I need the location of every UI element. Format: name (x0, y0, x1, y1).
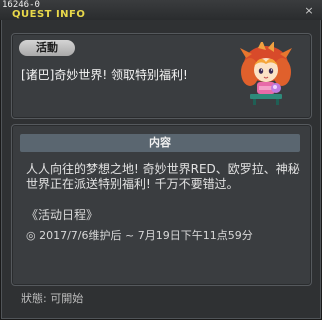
schedule-time: ◎ 2017/7/6维护后 ~ 7月19日下午11点59分 (26, 229, 253, 242)
close-icon[interactable]: × (304, 5, 314, 16)
npc-avatar (236, 40, 296, 106)
event-title: [诸巴]奇妙世界! 领取特别福利! (21, 68, 188, 82)
content-description: 人人向往的梦想之地! 奇妙世界RED、欧罗拉、神秘 世界正在派送特别福利! 千万… (26, 162, 306, 192)
quest-status: 狀態: 可開始 (21, 292, 84, 305)
content-line-2: 世界正在派送特别福利! 千万不要错过。 (26, 177, 239, 191)
title-bar[interactable]: 16246-0 QUEST INFO × (0, 0, 322, 20)
content-header: 内容 (20, 134, 300, 152)
schedule-title: 《活动日程》 (26, 208, 99, 222)
event-badge: 活動 (19, 40, 75, 56)
content-line-1: 人人向往的梦想之地! 奇妙世界RED、欧罗拉、神秘 (26, 162, 300, 176)
window-title: QUEST INFO (12, 9, 86, 20)
